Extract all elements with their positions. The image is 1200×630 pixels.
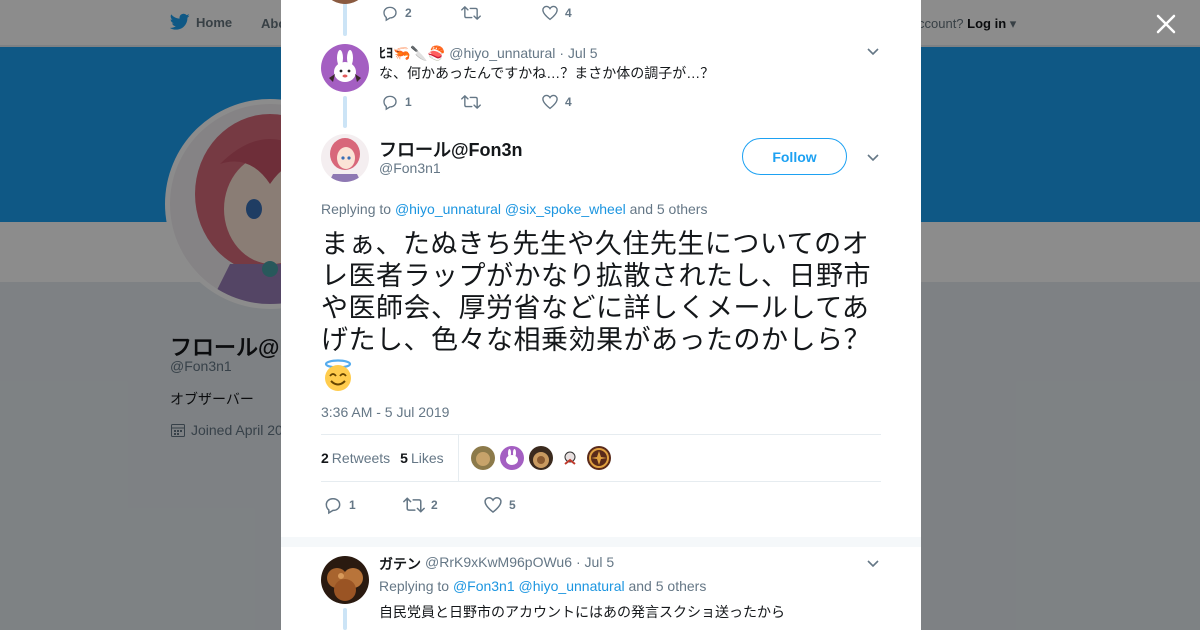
tweet-stats: 2 Retweets 5 Likes <box>321 434 881 482</box>
thread-connector-line <box>343 96 347 128</box>
replying-to: Replying to @Fon3n1 @hiyo_unnatural and … <box>379 578 706 594</box>
liker-avatar[interactable] <box>557 446 582 470</box>
retweet-button[interactable] <box>461 4 541 22</box>
liker-avatar[interactable] <box>470 446 495 470</box>
reply-count: 2 <box>405 6 412 20</box>
tweet-timestamp[interactable]: 3:36 AM - 5 Jul 2019 <box>321 404 449 420</box>
retweet-icon <box>461 6 481 20</box>
liker-avatar[interactable] <box>499 446 524 470</box>
reply-count: 1 <box>405 95 412 109</box>
tweet-text: 自民党員と日野市のアカウントにはあの発言スクショ送ったから <box>379 604 785 620</box>
username[interactable]: @RrK9xKwM96pOWu6 <box>425 554 572 574</box>
avatar[interactable] <box>321 44 369 92</box>
retweet-count: 2 <box>431 498 438 512</box>
retweet-icon <box>461 95 481 109</box>
retweet-button[interactable]: 2 <box>403 495 483 515</box>
chevron-down-icon[interactable] <box>866 150 880 164</box>
display-name[interactable]: フロール@Fon3n <box>379 136 523 162</box>
heart-icon <box>542 5 558 21</box>
mention-link[interactable]: @hiyo_unnatural <box>519 578 625 594</box>
retweets-stat[interactable]: 2 Retweets <box>321 450 390 466</box>
mention-link[interactable]: @hiyo_unnatural <box>395 201 501 217</box>
like-count: 4 <box>565 95 572 109</box>
reply-button[interactable]: 1 <box>323 495 403 515</box>
tweet-header: ガテン @RrK9xKwM96pOWu6 · Jul 5 <box>379 554 614 574</box>
like-count: 5 <box>509 498 516 512</box>
retweets-stat-label: Retweets <box>331 450 391 466</box>
section-divider <box>281 537 921 547</box>
replying-to-prefix: Replying to <box>379 578 450 594</box>
retweets-stat-count: 2 <box>321 450 329 466</box>
like-button[interactable]: 4 <box>541 4 572 22</box>
reply-button[interactable]: 2 <box>381 4 461 22</box>
avatar[interactable] <box>321 556 369 604</box>
tweet-header: ﾋﾖ🦐🔪🍣 @hiyo_unnatural · Jul 5 <box>379 43 597 63</box>
like-count: 4 <box>565 6 572 20</box>
username[interactable]: @hiyo_unnatural <box>449 45 555 61</box>
tweet-text: まぁ、たぬきち先生や久住先生についてのオレ医者ラップがかなり拡散されたし、日野市… <box>321 228 887 392</box>
chevron-down-icon[interactable] <box>866 556 880 570</box>
reply-icon <box>325 498 341 515</box>
mention-link[interactable]: @six_spoke_wheel <box>505 201 626 217</box>
close-icon[interactable] <box>1152 10 1180 38</box>
others-link[interactable]: and 5 others <box>628 578 706 594</box>
others-link[interactable]: and 5 others <box>630 201 708 217</box>
tweet-permalink-modal: 2 4 ﾋﾖ🦐🔪🍣 @hiyo_unnatural · Jul 5 な、何かあっ… <box>281 0 921 630</box>
reply-icon <box>383 6 397 22</box>
thread-connector-line <box>343 608 347 630</box>
liker-avatar[interactable] <box>528 446 553 470</box>
reply-button[interactable]: 1 <box>381 93 461 111</box>
divider <box>457 434 459 482</box>
heart-icon <box>542 94 558 110</box>
avatar[interactable] <box>321 134 369 182</box>
tweet-actions: 2 4 <box>381 4 572 22</box>
likes-stat-label: Likes <box>410 450 444 466</box>
liker-avatar[interactable] <box>586 446 611 470</box>
tweet-date[interactable]: · Jul 5 <box>576 554 614 574</box>
avatar[interactable] <box>321 0 369 4</box>
like-button[interactable]: 4 <box>541 93 572 111</box>
tweet-text-body: まぁ、たぬきち先生や久住先生についてのオレ医者ラップがかなり拡散されたし、日野市… <box>321 229 871 355</box>
thread-connector-line <box>343 0 347 36</box>
tweet-actions: 1 2 5 <box>323 495 516 515</box>
chevron-down-icon[interactable] <box>866 44 880 58</box>
likes-stat-count: 5 <box>400 450 408 466</box>
replying-to-prefix: Replying to <box>321 201 392 217</box>
smiling-face-with-halo-icon <box>321 358 355 392</box>
tweet-actions: 1 4 <box>381 93 572 111</box>
heart-icon <box>484 496 502 514</box>
username[interactable]: @Fon3n1 <box>379 160 441 176</box>
retweet-icon <box>403 497 425 513</box>
mention-link[interactable]: @Fon3n1 <box>453 578 515 594</box>
display-name[interactable]: ﾋﾖ🦐🔪🍣 <box>379 43 445 63</box>
likes-stat[interactable]: 5 Likes <box>400 450 443 466</box>
replying-to: Replying to @hiyo_unnatural @six_spoke_w… <box>321 201 707 217</box>
display-name[interactable]: ガテン <box>379 554 421 574</box>
like-button[interactable]: 5 <box>483 495 516 515</box>
follow-button[interactable]: Follow <box>742 138 847 175</box>
retweet-button[interactable] <box>461 93 541 111</box>
tweet-text: な、何かあったんですかね…？まさか体の調子が…？ <box>379 65 715 81</box>
reply-icon <box>383 95 397 111</box>
reply-count: 1 <box>349 498 356 512</box>
tweet-date[interactable]: · Jul 5 <box>559 45 597 61</box>
